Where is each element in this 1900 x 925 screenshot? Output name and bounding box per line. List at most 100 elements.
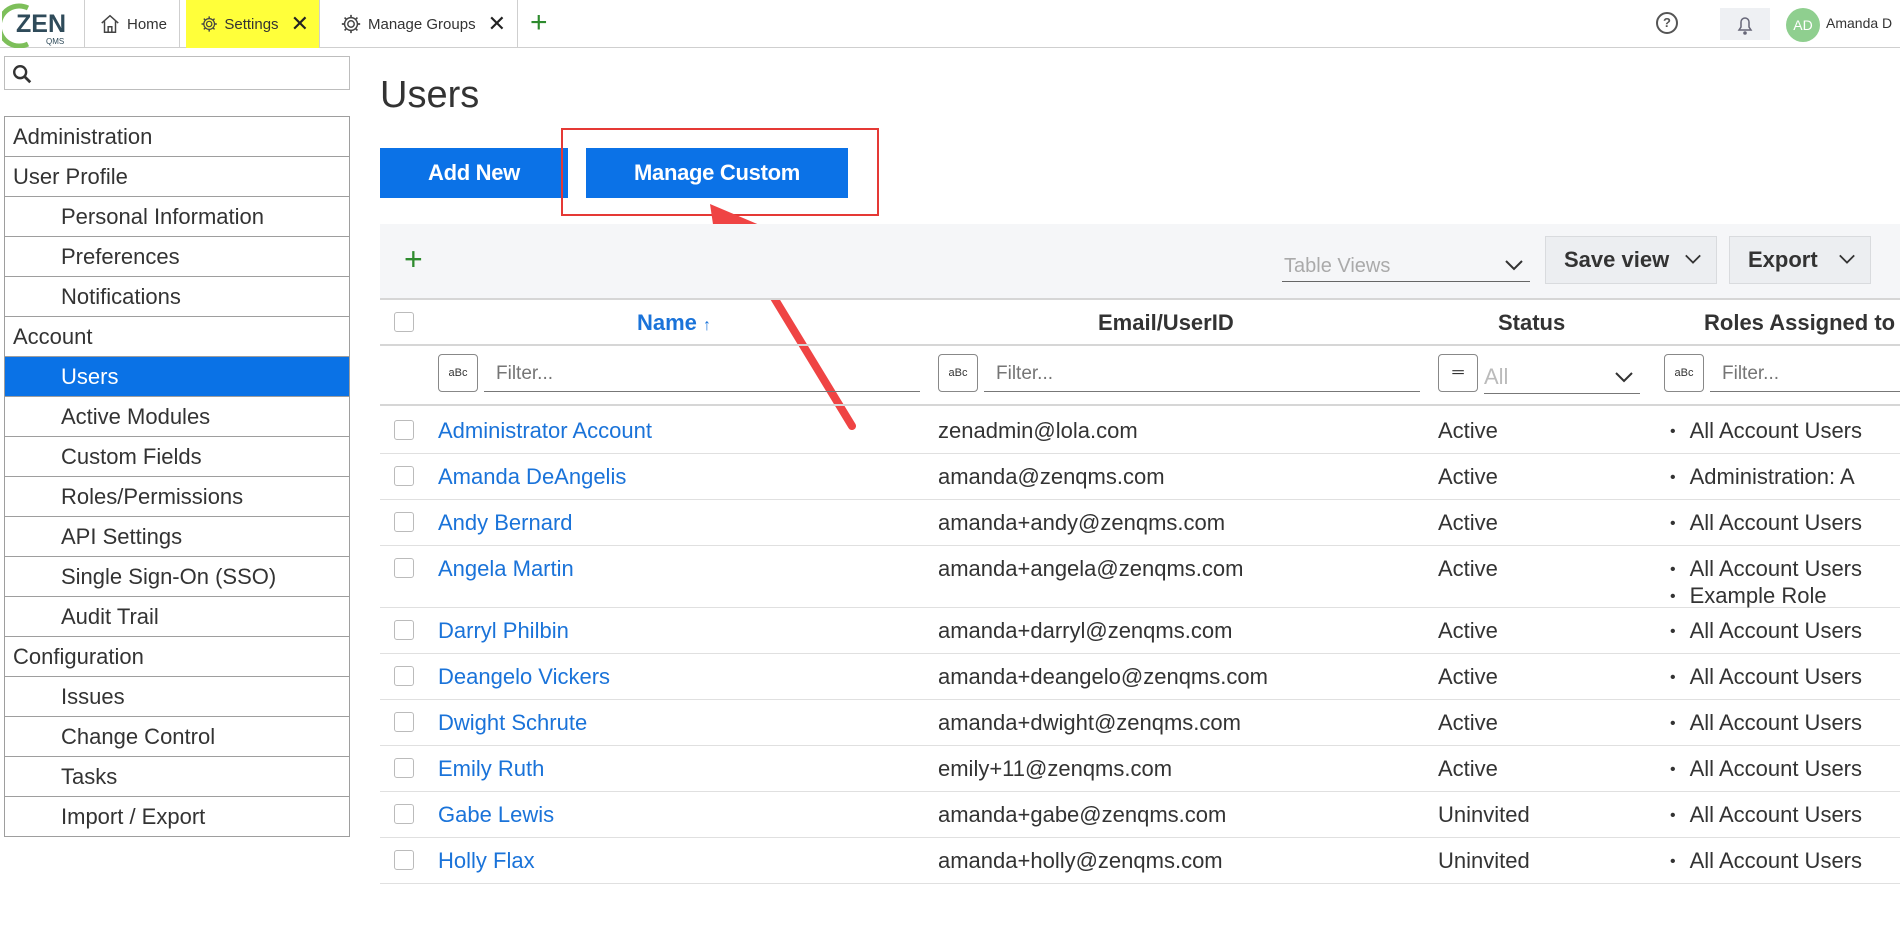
search-icon [13, 65, 32, 84]
sidebar-item-change-control[interactable]: Change Control [5, 717, 349, 757]
text-filter-icon[interactable]: aBc [938, 354, 978, 392]
svg-text:QMS: QMS [46, 37, 64, 46]
export-button[interactable]: Export [1729, 236, 1871, 284]
user-name[interactable]: Amanda D [1826, 15, 1892, 31]
close-icon[interactable]: ✕ [488, 13, 506, 35]
role-item: All Account Users [1670, 510, 1862, 537]
user-name-link[interactable]: Angela Martin [438, 556, 574, 582]
user-name-link[interactable]: Amanda DeAngelis [438, 464, 626, 490]
user-roles-list: All Account Users [1670, 756, 1862, 783]
sidebar-item-active-modules[interactable]: Active Modules [5, 397, 349, 437]
sidebar-item-account[interactable]: Account [5, 317, 349, 357]
user-email: zenadmin@lola.com [938, 418, 1138, 443]
row-checkbox[interactable] [394, 758, 414, 778]
sidebar-item-audit-trail[interactable]: Audit Trail [5, 597, 349, 637]
table-views-select[interactable]: Table Views [1282, 252, 1530, 282]
roles-filter-input[interactable] [1710, 356, 1900, 392]
sidebar-item-preferences[interactable]: Preferences [5, 237, 349, 277]
search-input[interactable] [41, 59, 341, 87]
close-icon[interactable]: ✕ [291, 13, 309, 35]
sidebar-item-api-settings[interactable]: API Settings [5, 517, 349, 557]
column-name-header[interactable]: Name ↑ [637, 310, 711, 336]
user-name-link[interactable]: Administrator Account [438, 418, 652, 444]
row-checkbox[interactable] [394, 804, 414, 824]
row-checkbox[interactable] [394, 512, 414, 532]
zenqms-logo[interactable]: ZEN QMS [0, 2, 80, 49]
sidebar-item-issues[interactable]: Issues [5, 677, 349, 717]
row-checkbox[interactable] [394, 420, 414, 440]
select-all-checkbox[interactable] [394, 312, 414, 332]
user-roles-list: All Account Users [1670, 848, 1862, 875]
sort-asc-icon: ↑ [703, 317, 712, 334]
user-status: Active [1438, 556, 1498, 581]
tab-home[interactable]: Home [84, 0, 180, 48]
add-tab-icon[interactable]: + [530, 8, 548, 38]
user-status: Active [1438, 418, 1498, 443]
tab-manage-groups[interactable]: Manage Groups ✕ [326, 0, 518, 48]
gear-icon [201, 16, 217, 32]
user-status: Active [1438, 664, 1498, 689]
status-filter-select[interactable]: All [1484, 364, 1640, 394]
sidebar-item-administration[interactable]: Administration [5, 117, 349, 157]
settings-nav: Administration User Profile Personal Infor… [4, 116, 350, 837]
user-email: amanda+dwight@zenqms.com [938, 710, 1241, 735]
user-name-link[interactable]: Deangelo Vickers [438, 664, 610, 690]
row-checkbox[interactable] [394, 466, 414, 486]
save-view-button[interactable]: Save view [1545, 236, 1717, 284]
chevron-down-icon [1685, 254, 1701, 264]
sidebar-item-personal-information[interactable]: Personal Information [5, 197, 349, 237]
top-bar: ZEN QMS Home Settings ✕ Manage Groups ✕ … [0, 0, 1900, 49]
tab-settings[interactable]: Settings ✕ [186, 0, 320, 48]
sidebar-item-configuration[interactable]: Configuration [5, 637, 349, 677]
role-item: All Account Users [1670, 848, 1862, 875]
sidebar-item-tasks[interactable]: Tasks [5, 757, 349, 797]
sidebar-item-notifications[interactable]: Notifications [5, 277, 349, 317]
column-roles-header[interactable]: Roles Assigned to [1704, 310, 1895, 336]
user-roles-list: All Account Users [1670, 710, 1862, 737]
row-checkbox[interactable] [394, 712, 414, 732]
column-email-header[interactable]: Email/UserID [1098, 310, 1234, 336]
table-row: Amanda DeAngelis amanda@zenqms.com Active A… [380, 454, 1900, 500]
row-checkbox[interactable] [394, 666, 414, 686]
page-title: Users [380, 74, 480, 116]
email-filter-input[interactable] [984, 356, 1420, 392]
filter-row: aBc aBc ═ All aBc [380, 348, 1900, 406]
row-checkbox[interactable] [394, 850, 414, 870]
sidebar-item-user-profile[interactable]: User Profile [5, 157, 349, 197]
user-name-link[interactable]: Emily Ruth [438, 756, 544, 782]
sidebar-item-custom-fields[interactable]: Custom Fields [5, 437, 349, 477]
equals-filter-icon[interactable]: ═ [1438, 354, 1478, 392]
row-checkbox[interactable] [394, 558, 414, 578]
avatar[interactable]: AD [1786, 8, 1820, 42]
user-roles-list: Administration: A [1670, 464, 1855, 491]
notifications-icon[interactable] [1720, 8, 1770, 40]
user-name-link[interactable]: Andy Bernard [438, 510, 573, 536]
table-row: Darryl Philbin amanda+darryl@zenqms.com Ac… [380, 608, 1900, 654]
add-row-icon[interactable]: + [404, 243, 423, 275]
column-status-header[interactable]: Status [1498, 310, 1565, 336]
user-name-link[interactable]: Gabe Lewis [438, 802, 554, 828]
text-filter-icon[interactable]: aBc [1664, 354, 1704, 392]
help-icon[interactable]: ? [1656, 12, 1678, 34]
sidebar-item-users[interactable]: Users [5, 357, 349, 397]
user-name-link[interactable]: Holly Flax [438, 848, 535, 874]
user-name-link[interactable]: Dwight Schrute [438, 710, 587, 736]
name-filter-input[interactable] [484, 356, 920, 392]
table-row: Deangelo Vickers amanda+deangelo@zenqms.c… [380, 654, 1900, 700]
user-roles-list: All Account Users [1670, 418, 1862, 445]
role-item: All Account Users [1670, 618, 1862, 645]
chevron-down-icon [1839, 254, 1855, 264]
sidebar-item-roles-permissions[interactable]: Roles/Permissions [5, 477, 349, 517]
user-email: amanda+angela@zenqms.com [938, 556, 1244, 581]
table-toolbar: + Table Views Save view Export [380, 224, 1900, 298]
add-new-users-button[interactable]: Add New Users [380, 148, 568, 235]
table-views-placeholder: Table Views [1284, 255, 1391, 277]
user-email: amanda+andy@zenqms.com [938, 510, 1226, 535]
text-filter-icon[interactable]: aBc [438, 354, 478, 392]
sidebar-item-import-export[interactable]: Import / Export [5, 797, 349, 837]
user-email: emily+11@zenqms.com [938, 756, 1173, 781]
user-name-link[interactable]: Darryl Philbin [438, 618, 569, 644]
row-checkbox[interactable] [394, 620, 414, 640]
role-item: All Account Users [1670, 664, 1862, 691]
sidebar-item-single-sign-on-sso[interactable]: Single Sign-On (SSO) [5, 557, 349, 597]
